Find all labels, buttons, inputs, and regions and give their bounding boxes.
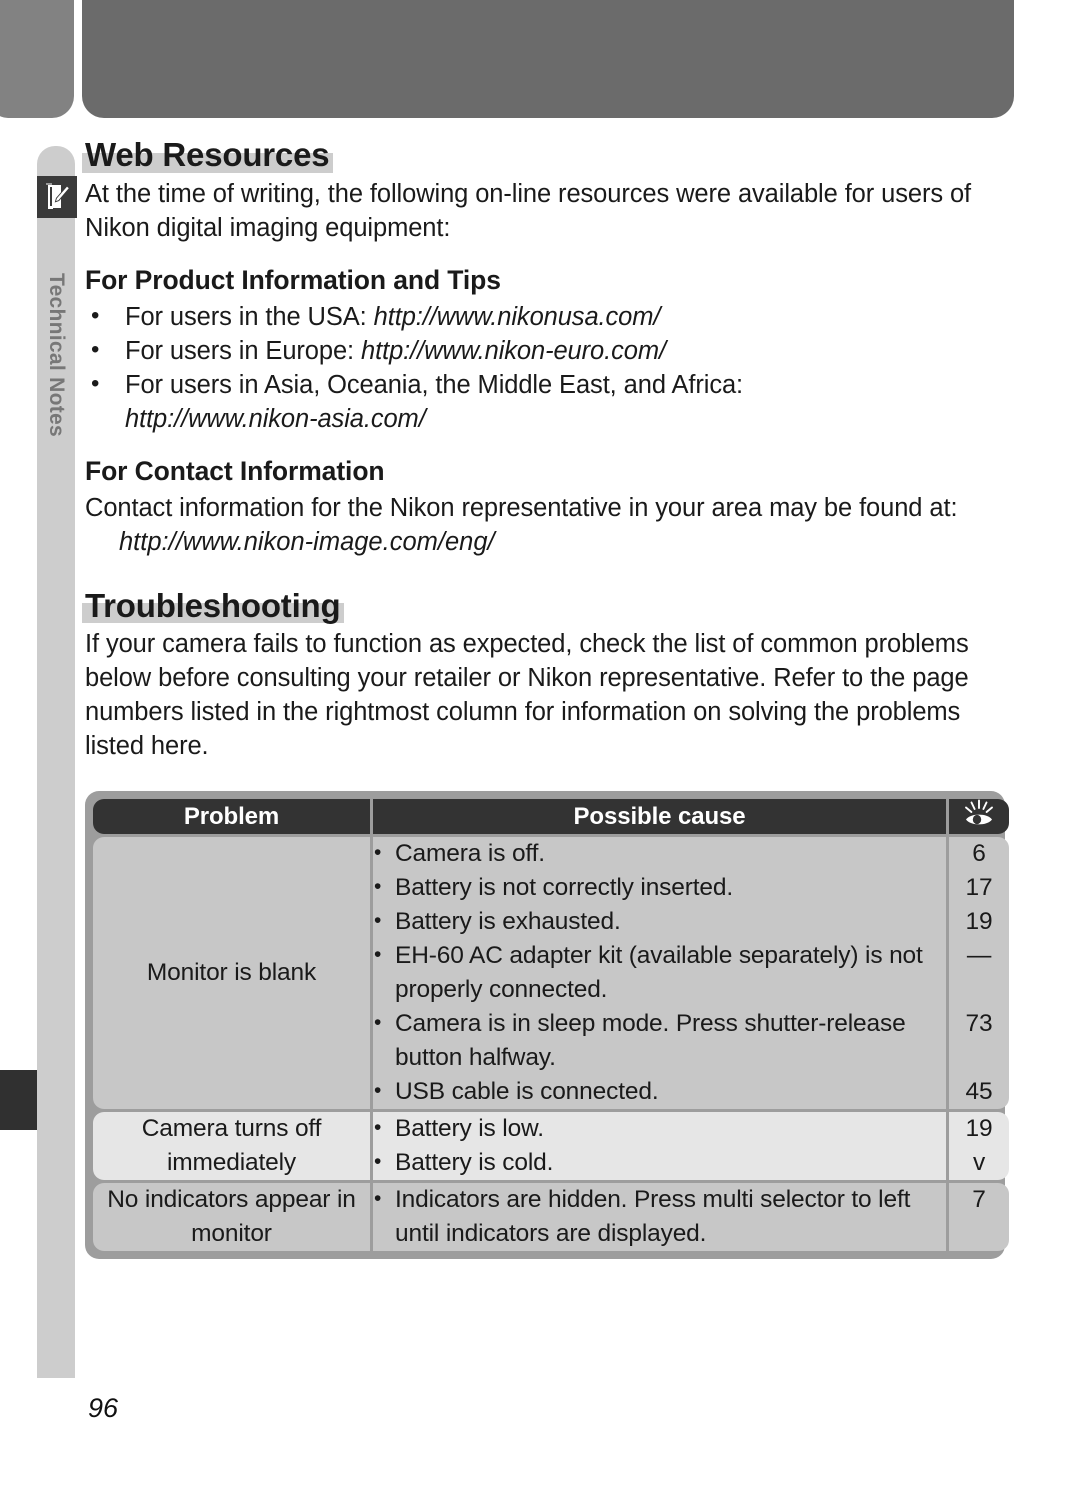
list-item: Battery is cold. [373, 1145, 946, 1180]
cell-page-reference: 6 17 19 — 73 45 [949, 837, 1009, 1110]
list-item: EH-60 AC adapter kit (available separate… [373, 938, 946, 1007]
notes-pencil-icon [37, 176, 77, 218]
bullet-url: http://www.nikon-asia.com/ [125, 404, 426, 433]
page-content: Web Resources At the time of writing, th… [82, 137, 1015, 1260]
bullet-text: For users in the USA: [125, 302, 374, 331]
cell-possible-cause: Indicators are hidden. Press multi selec… [373, 1182, 946, 1252]
list-item: Battery is exhausted. [373, 904, 946, 939]
cause-list: Indicators are hidden. Press multi selec… [373, 1182, 946, 1251]
list-item: Camera is off. [373, 836, 946, 871]
page-reference-spacer [949, 1041, 1009, 1075]
troubleshooting-intro: If your camera fails to function as expe… [85, 630, 969, 761]
bullet-text: For users in Asia, Oceania, the Middle E… [125, 370, 744, 399]
cell-possible-cause: Camera is off. Battery is not correctly … [373, 836, 946, 1110]
subheading-product-information: For Product Information and Tips [85, 264, 501, 295]
chapter-tab-label: Technical Notes [45, 273, 68, 437]
list-item: For users in Asia, Oceania, the Middle E… [85, 367, 1015, 436]
table-row: No indicators appear in monitor Indicato… [93, 1182, 1009, 1252]
cell-page-reference: 19 v [949, 1112, 1009, 1181]
page-reference-list: 6 17 19 — 73 45 [949, 837, 1009, 1109]
contact-information-url: http://www.nikon-image.com/eng/ [119, 527, 495, 556]
table-row: Monitor is blank Camera is off. Battery … [93, 836, 1009, 1110]
table-row: Camera turns off immediately Battery is … [93, 1111, 1009, 1181]
list-item: Battery is low. [373, 1111, 946, 1146]
page-reference: — [966, 942, 992, 970]
cell-page-reference: 7 [949, 1183, 1009, 1252]
subheading-contact-information: For Contact Information [85, 455, 385, 486]
header-bar-left [0, 0, 74, 118]
cause-list: Camera is off. Battery is not correctly … [373, 836, 946, 1109]
column-header-possible-cause: Possible cause [373, 799, 946, 835]
cell-problem: Monitor is blank [93, 837, 370, 1110]
table-header-row: Problem Possible cause [93, 799, 1009, 835]
troubleshooting-table: Problem Possible cause Monitor is blank … [90, 796, 1012, 1254]
bullet-url: http://www.nikon-euro.com/ [361, 336, 666, 365]
cell-problem: Camera turns off immediately [93, 1112, 370, 1181]
section-heading-troubleshooting: Troubleshooting [82, 588, 345, 624]
page-reference: 73 [965, 1010, 993, 1038]
page-reference: 45 [965, 1078, 993, 1106]
column-header-page-reference [949, 799, 1009, 835]
page-reference-spacer [949, 973, 1009, 1007]
page-reference-list: 7 [949, 1183, 1009, 1217]
cell-problem: No indicators appear in monitor [93, 1183, 370, 1252]
eye-page-reference-icon [962, 799, 996, 833]
contact-information-text: Contact information for the Nikon repres… [85, 493, 958, 522]
page-reference: 19 [965, 908, 993, 936]
page-reference: 19 [965, 1115, 993, 1143]
list-item: USB cable is connected. [373, 1074, 946, 1109]
list-item: Battery is not correctly inserted. [373, 870, 946, 905]
list-item: For users in Europe: http://www.nikon-eu… [85, 333, 1015, 368]
page-number: 96 [88, 1393, 119, 1423]
page-reference: 6 [972, 840, 986, 868]
cell-possible-cause: Battery is low. Battery is cold. [373, 1111, 946, 1181]
section-heading-web-resources: Web Resources [82, 137, 334, 173]
page-reference-list: 19 v [949, 1112, 1009, 1180]
chapter-edge-marker [0, 1070, 37, 1130]
list-item: Camera is in sleep mode. Press shutter-r… [373, 1006, 946, 1075]
page-reference: 7 [972, 1186, 986, 1214]
page-reference: v [972, 1149, 986, 1177]
bullet-text: For users in Europe: [125, 336, 362, 365]
list-item: Indicators are hidden. Press multi selec… [373, 1182, 946, 1251]
cause-list: Battery is low. Battery is cold. [373, 1111, 946, 1180]
product-info-bullet-list: For users in the USA: http://www.nikonus… [85, 299, 1015, 436]
header-bar-main [82, 0, 1014, 118]
bullet-url: http://www.nikonusa.com/ [373, 302, 661, 331]
column-header-problem: Problem [93, 799, 370, 835]
page-reference: 17 [965, 874, 993, 902]
troubleshooting-table-frame: Problem Possible cause Monitor is blank … [85, 791, 1009, 1260]
list-item: For users in the USA: http://www.nikonus… [85, 299, 1015, 334]
web-resources-intro: At the time of writing, the following on… [85, 179, 972, 242]
